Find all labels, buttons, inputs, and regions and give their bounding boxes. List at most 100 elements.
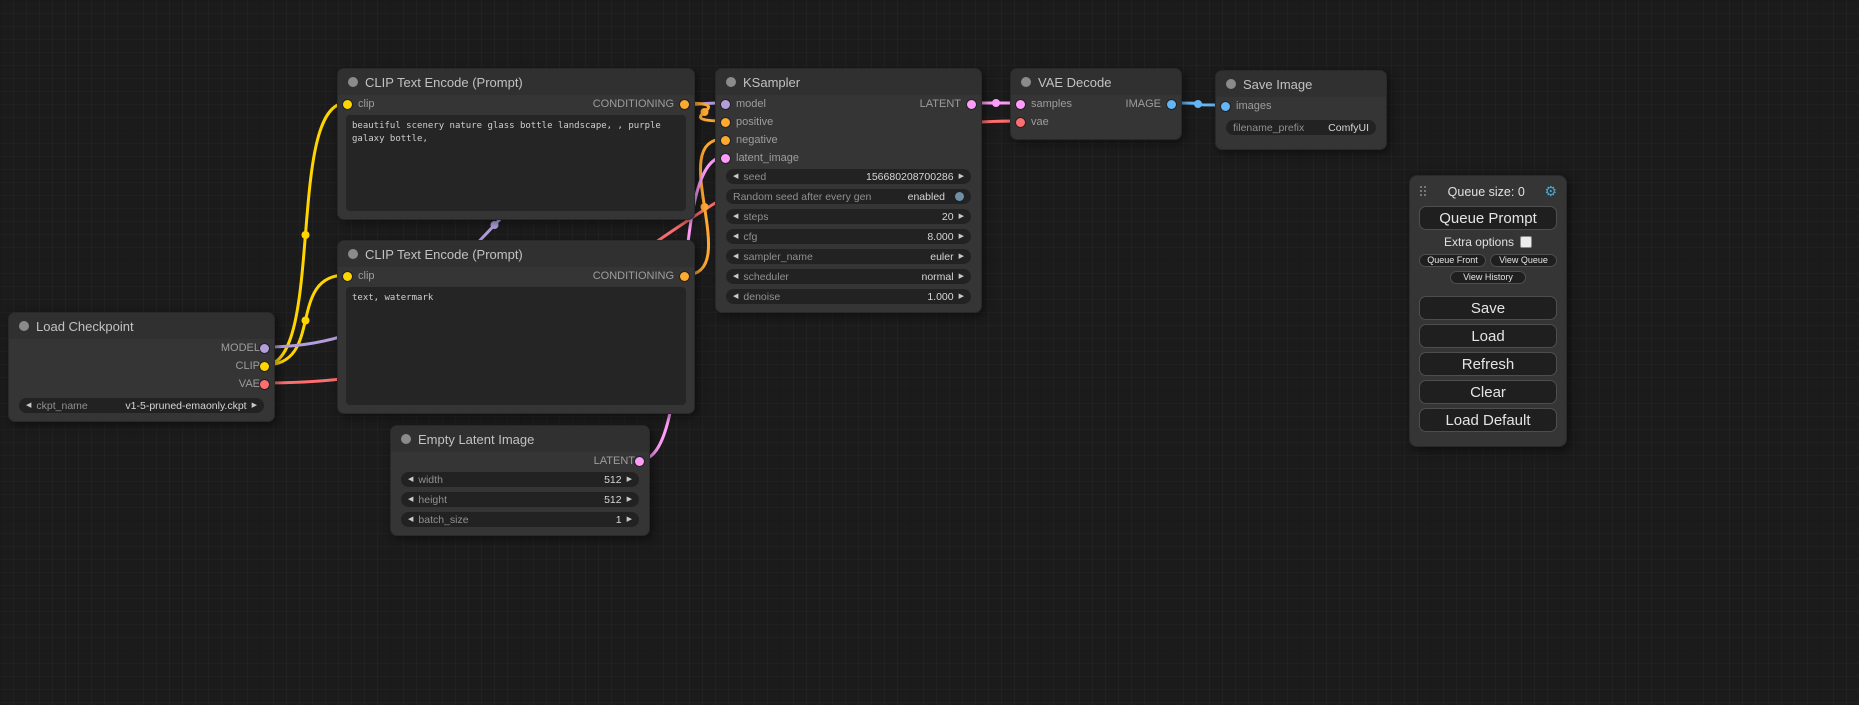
output-label: CONDITIONING bbox=[593, 270, 674, 282]
node-title-bar[interactable]: Save Image bbox=[1216, 71, 1386, 97]
input-port-clip[interactable] bbox=[343, 272, 352, 281]
increment-arrow-icon[interactable]: ▶ bbox=[627, 476, 632, 483]
output-port-image[interactable] bbox=[1167, 100, 1176, 109]
load-default-button[interactable]: Load Default bbox=[1419, 408, 1557, 432]
decrement-arrow-icon[interactable]: ◀ bbox=[733, 273, 738, 280]
clear-button[interactable]: Clear bbox=[1419, 380, 1557, 404]
widget-sampler-name[interactable]: ◀ sampler_name euler ▶ bbox=[726, 249, 971, 264]
menu-drag-handle-icon[interactable] bbox=[1419, 186, 1428, 197]
input-port-clip[interactable] bbox=[343, 100, 352, 109]
widget-ckpt-name[interactable]: ◀ ckpt_name v1-5-pruned-emaonly.ckpt ▶ bbox=[19, 398, 264, 413]
input-port-positive[interactable] bbox=[721, 118, 730, 127]
node-load-checkpoint[interactable]: Load Checkpoint MODEL CLIP VAE ◀ ckpt_na… bbox=[8, 312, 275, 422]
save-button[interactable]: Save bbox=[1419, 296, 1557, 320]
decrement-arrow-icon[interactable]: ◀ bbox=[733, 233, 738, 240]
increment-arrow-icon[interactable]: ▶ bbox=[959, 173, 964, 180]
node-title-bar[interactable]: KSampler bbox=[716, 69, 981, 95]
node-save-image[interactable]: Save Image images filename_prefix ComfyU… bbox=[1215, 70, 1387, 150]
widget-batch-size[interactable]: ◀ batch_size 1 ▶ bbox=[401, 512, 639, 527]
node-title-bar[interactable]: Empty Latent Image bbox=[391, 426, 649, 452]
input-port-images[interactable] bbox=[1221, 102, 1230, 111]
node-collapse-dot[interactable] bbox=[1021, 77, 1031, 87]
widget-name: denoise bbox=[743, 291, 780, 303]
node-collapse-dot[interactable] bbox=[348, 249, 358, 259]
view-queue-button[interactable]: View Queue bbox=[1490, 254, 1557, 267]
input-port-model[interactable] bbox=[721, 100, 730, 109]
prompt-textarea[interactable]: text, watermark bbox=[346, 287, 686, 405]
widget-name: height bbox=[418, 494, 447, 506]
increment-arrow-icon[interactable]: ▶ bbox=[959, 253, 964, 260]
widget-height[interactable]: ◀ height 512 ▶ bbox=[401, 492, 639, 507]
widget-name: batch_size bbox=[418, 514, 468, 526]
output-label: MODEL bbox=[221, 342, 260, 354]
increment-arrow-icon[interactable]: ▶ bbox=[959, 233, 964, 240]
increment-arrow-icon[interactable]: ▶ bbox=[959, 273, 964, 280]
node-title-bar[interactable]: VAE Decode bbox=[1011, 69, 1181, 95]
input-port-negative[interactable] bbox=[721, 136, 730, 145]
node-collapse-dot[interactable] bbox=[1226, 79, 1236, 89]
widget-width[interactable]: ◀ width 512 ▶ bbox=[401, 472, 639, 487]
graph-canvas[interactable]: Load Checkpoint MODEL CLIP VAE ◀ ckpt_na… bbox=[0, 0, 1859, 705]
output-port-vae[interactable] bbox=[260, 380, 269, 389]
queue-front-button[interactable]: Queue Front bbox=[1419, 254, 1486, 267]
widget-name: scheduler bbox=[743, 271, 789, 283]
node-collapse-dot[interactable] bbox=[726, 77, 736, 87]
widget-seed[interactable]: ◀ seed 156680208700286 ▶ bbox=[726, 169, 971, 184]
widget-steps[interactable]: ◀ steps 20 ▶ bbox=[726, 209, 971, 224]
node-ksampler[interactable]: KSampler model LATENT positive bbox=[715, 68, 982, 313]
extra-options-checkbox[interactable] bbox=[1520, 236, 1532, 248]
increment-arrow-icon[interactable]: ▶ bbox=[959, 213, 964, 220]
node-title-bar[interactable]: Load Checkpoint bbox=[9, 313, 274, 339]
widget-value: normal bbox=[922, 271, 954, 283]
decrement-arrow-icon[interactable]: ◀ bbox=[733, 173, 738, 180]
node-title-bar[interactable]: CLIP Text Encode (Prompt) bbox=[338, 69, 694, 95]
node-clip-text-encode-positive[interactable]: CLIP Text Encode (Prompt) clip CONDITION… bbox=[337, 68, 695, 220]
wire-midpoint-dot bbox=[701, 108, 709, 116]
decrement-arrow-icon[interactable]: ◀ bbox=[733, 213, 738, 220]
widget-denoise[interactable]: ◀ denoise 1.000 ▶ bbox=[726, 289, 971, 304]
increment-arrow-icon[interactable]: ▶ bbox=[959, 293, 964, 300]
node-title-bar[interactable]: CLIP Text Encode (Prompt) bbox=[338, 241, 694, 267]
main-menu-panel[interactable]: Queue size: 0 ⚙ Queue Prompt Extra optio… bbox=[1409, 175, 1567, 447]
increment-arrow-icon[interactable]: ▶ bbox=[627, 516, 632, 523]
widget-scheduler[interactable]: ◀ scheduler normal ▶ bbox=[726, 269, 971, 284]
widget-random-seed-toggle[interactable]: Random seed after every gen enabled bbox=[726, 189, 971, 204]
wire-clip-to-negative-clip bbox=[265, 275, 346, 365]
widget-filename-prefix[interactable]: filename_prefix ComfyUI bbox=[1226, 120, 1376, 135]
output-port-clip[interactable] bbox=[260, 362, 269, 371]
view-history-button[interactable]: View History bbox=[1450, 271, 1526, 284]
output-port-latent[interactable] bbox=[967, 100, 976, 109]
refresh-button[interactable]: Refresh bbox=[1419, 352, 1557, 376]
node-collapse-dot[interactable] bbox=[19, 321, 29, 331]
node-collapse-dot[interactable] bbox=[401, 434, 411, 444]
toggle-indicator[interactable] bbox=[955, 192, 964, 201]
decrement-arrow-icon[interactable]: ◀ bbox=[26, 402, 31, 409]
increment-arrow-icon[interactable]: ▶ bbox=[627, 496, 632, 503]
prompt-textarea[interactable]: beautiful scenery nature glass bottle la… bbox=[346, 115, 686, 211]
decrement-arrow-icon[interactable]: ◀ bbox=[408, 496, 413, 503]
node-collapse-dot[interactable] bbox=[348, 77, 358, 87]
widget-value: 8.000 bbox=[927, 231, 953, 243]
settings-gear-icon[interactable]: ⚙ bbox=[1544, 183, 1557, 200]
load-button[interactable]: Load bbox=[1419, 324, 1557, 348]
decrement-arrow-icon[interactable]: ◀ bbox=[733, 253, 738, 260]
output-port-model[interactable] bbox=[260, 344, 269, 353]
output-port-conditioning[interactable] bbox=[680, 100, 689, 109]
widget-cfg[interactable]: ◀ cfg 8.000 ▶ bbox=[726, 229, 971, 244]
input-label: vae bbox=[1031, 116, 1049, 128]
input-port-samples[interactable] bbox=[1016, 100, 1025, 109]
decrement-arrow-icon[interactable]: ◀ bbox=[733, 293, 738, 300]
input-port-latent-image[interactable] bbox=[721, 154, 730, 163]
node-clip-text-encode-negative[interactable]: CLIP Text Encode (Prompt) clip CONDITION… bbox=[337, 240, 695, 414]
increment-arrow-icon[interactable]: ▶ bbox=[252, 402, 257, 409]
decrement-arrow-icon[interactable]: ◀ bbox=[408, 516, 413, 523]
decrement-arrow-icon[interactable]: ◀ bbox=[408, 476, 413, 483]
queue-prompt-button[interactable]: Queue Prompt bbox=[1419, 206, 1557, 230]
history-button-row: View History bbox=[1419, 271, 1557, 284]
node-vae-decode[interactable]: VAE Decode samples IMAGE vae bbox=[1010, 68, 1182, 140]
wire-midpoint-dot bbox=[491, 221, 499, 229]
node-empty-latent-image[interactable]: Empty Latent Image LATENT ◀ width 512 ▶ … bbox=[390, 425, 650, 536]
output-port-conditioning[interactable] bbox=[680, 272, 689, 281]
output-port-latent[interactable] bbox=[635, 457, 644, 466]
input-port-vae[interactable] bbox=[1016, 118, 1025, 127]
